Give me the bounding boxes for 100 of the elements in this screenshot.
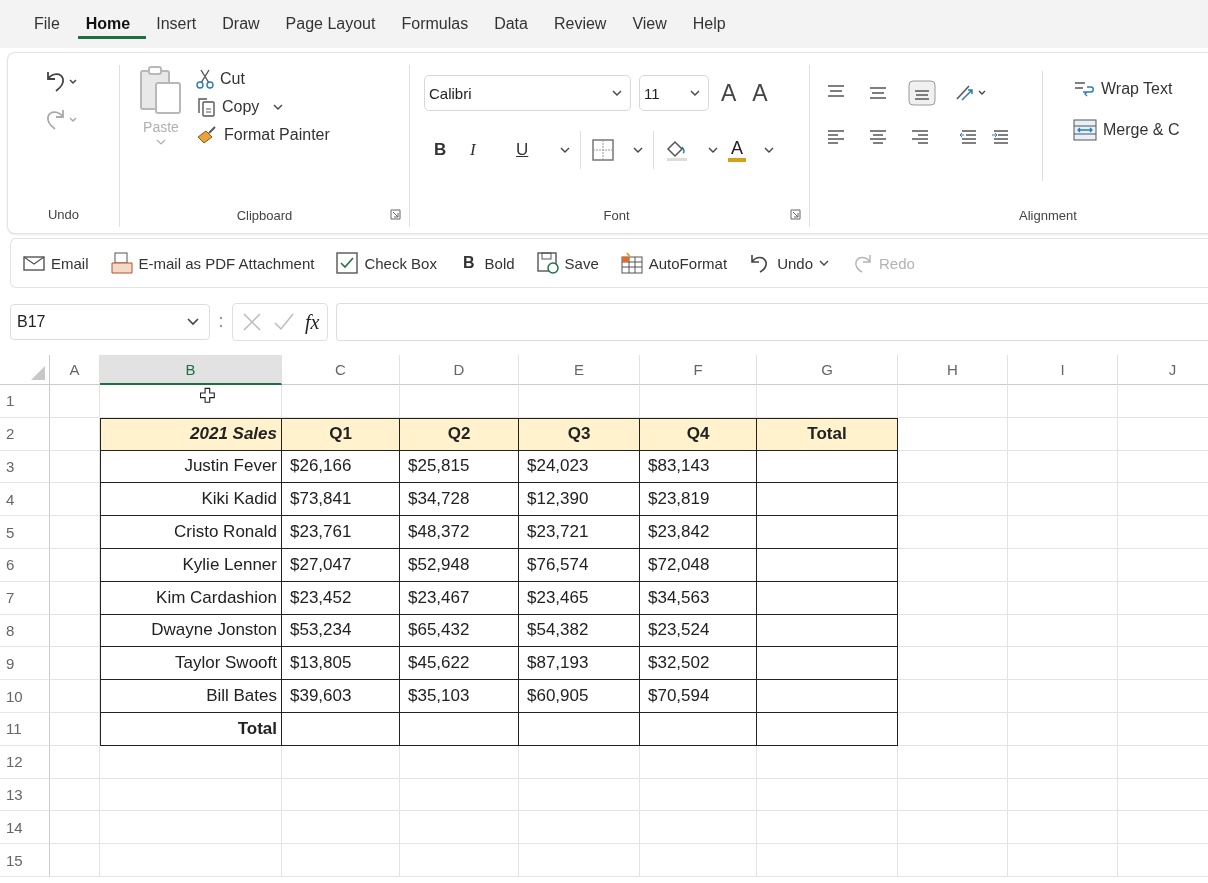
grow-font-button[interactable]: A	[717, 79, 741, 107]
ribbon-tab[interactable]: Home	[77, 9, 147, 39]
name-box[interactable]: B17	[10, 304, 210, 340]
row-header[interactable]: 6	[0, 549, 50, 582]
ribbon-tab[interactable]: Formulas	[393, 9, 485, 39]
row-header[interactable]: 12	[0, 745, 50, 779]
column-header[interactable]: G	[757, 355, 898, 385]
table-cell: $23,467	[400, 581, 519, 615]
sheet-cell	[50, 647, 100, 681]
column-header[interactable]: C	[282, 355, 400, 385]
caret-icon[interactable]	[560, 147, 570, 153]
ribbon-tab[interactable]: Page Layout	[277, 9, 392, 39]
table-cell: $39,603	[282, 680, 400, 713]
table-cell: $53,234	[282, 614, 400, 648]
column-header[interactable]: F	[640, 355, 757, 385]
ribbon-tab[interactable]: Draw	[214, 9, 276, 39]
cut-button[interactable]: Cut	[196, 69, 245, 89]
table-cell: $23,819	[640, 483, 757, 517]
wrap-text-icon	[1073, 79, 1095, 99]
table-cell: Bill Bates	[100, 680, 282, 713]
drag-handle-icon[interactable]	[218, 314, 224, 330]
table-cell: Dwayne Jonston	[100, 614, 282, 648]
painter-button[interactable]: Format Painter	[196, 125, 330, 145]
merge-button[interactable]: Merge & C	[1073, 119, 1180, 141]
sheet-cell	[50, 483, 100, 517]
formula-input[interactable]	[336, 303, 1208, 341]
table-cell: $73,841	[282, 483, 400, 517]
row-header[interactable]: 8	[0, 614, 50, 648]
font-name-field[interactable]: Calibri	[424, 75, 631, 111]
underline-button[interactable]: U	[506, 140, 542, 160]
row-header[interactable]: 15	[0, 844, 50, 877]
column-header[interactable]: E	[519, 355, 640, 385]
row-header[interactable]: 14	[0, 811, 50, 845]
orientation-icon[interactable]	[954, 83, 988, 103]
table-cell: $76,574	[519, 549, 640, 582]
save-button[interactable]: Save	[536, 252, 599, 274]
caret-icon	[273, 104, 284, 110]
row-header[interactable]: 3	[0, 450, 50, 484]
cursor-icon	[200, 387, 216, 405]
group-label: Font	[603, 207, 630, 223]
table-cell: $23,465	[519, 581, 640, 615]
undo-button[interactable]	[44, 69, 78, 93]
wrap-text-button[interactable]: Wrap Text	[1073, 79, 1173, 99]
dialog-launcher-icon[interactable]	[390, 209, 401, 220]
row-header[interactable]: 5	[0, 516, 50, 549]
insert-function-button[interactable]: fx	[305, 310, 320, 334]
row-header[interactable]: 11	[0, 712, 50, 746]
italic-button[interactable]: I	[470, 140, 496, 160]
bold-button[interactable]: B Bold	[458, 254, 515, 272]
row-header[interactable]: 9	[0, 647, 50, 681]
table-cell: $12,390	[519, 483, 640, 517]
column-header[interactable]: B	[100, 355, 282, 385]
caret-icon[interactable]	[764, 147, 774, 153]
table-cell: $13,805	[282, 647, 400, 681]
fill-bucket-icon[interactable]	[664, 138, 690, 162]
row-header[interactable]: 1	[0, 385, 50, 418]
table-cell: $23,842	[640, 516, 757, 549]
table-cell: Justin Fever	[100, 450, 282, 484]
font-size-field[interactable]: 11	[639, 75, 709, 111]
font-color-button[interactable]: A	[728, 138, 746, 162]
row-header[interactable]: 4	[0, 483, 50, 517]
column-header[interactable]: I	[1008, 355, 1118, 385]
ribbon-tab[interactable]: View	[624, 9, 683, 39]
ribbon-tab[interactable]: Help	[684, 9, 742, 39]
pdf-button[interactable]: E-mail as PDF Attachment	[110, 252, 315, 274]
sheet-cell	[50, 581, 100, 615]
align-bottom-icon[interactable]	[908, 80, 936, 106]
redo-icon	[44, 107, 78, 131]
row-header[interactable]: 13	[0, 778, 50, 812]
sheet-cell	[50, 516, 100, 549]
table-cell: Kim Cardashion	[100, 581, 282, 615]
paintbrush-icon	[196, 125, 218, 145]
ribbon-tab[interactable]: Review	[545, 9, 623, 39]
table-cell: $23,524	[640, 614, 757, 648]
row-header[interactable]: 7	[0, 581, 50, 615]
ribbon-tab[interactable]: Insert	[148, 9, 213, 39]
ribbon-tab[interactable]: Data	[486, 9, 544, 39]
column-header[interactable]: D	[400, 355, 519, 385]
bold-button[interactable]: B	[434, 140, 460, 160]
column-header[interactable]: H	[898, 355, 1008, 385]
save-icon	[536, 252, 559, 274]
undo-button[interactable]: Undo	[749, 253, 829, 273]
caret-icon[interactable]	[708, 147, 718, 153]
caret-icon[interactable]	[633, 147, 643, 153]
table-cell: $23,761	[282, 516, 400, 549]
checkbox-button[interactable]: Check Box	[336, 252, 437, 274]
caret-icon	[819, 260, 829, 266]
copy-button[interactable]: Copy	[196, 97, 284, 117]
row-header[interactable]: 10	[0, 680, 50, 713]
ribbon-tab[interactable]: File	[26, 9, 76, 39]
dialog-launcher-icon[interactable]	[790, 209, 801, 220]
sheet-cell	[50, 614, 100, 648]
column-header[interactable]: J	[1118, 355, 1208, 385]
autoformat-button[interactable]: AutoFormat	[620, 252, 728, 274]
shrink-font-button[interactable]: A	[748, 79, 772, 107]
email-button[interactable]: Email	[23, 254, 89, 272]
table-cell: $54,382	[519, 614, 640, 648]
row-header[interactable]: 2	[0, 417, 50, 451]
group-label: Alignment	[1019, 207, 1077, 223]
borders-icon[interactable]	[591, 138, 615, 162]
